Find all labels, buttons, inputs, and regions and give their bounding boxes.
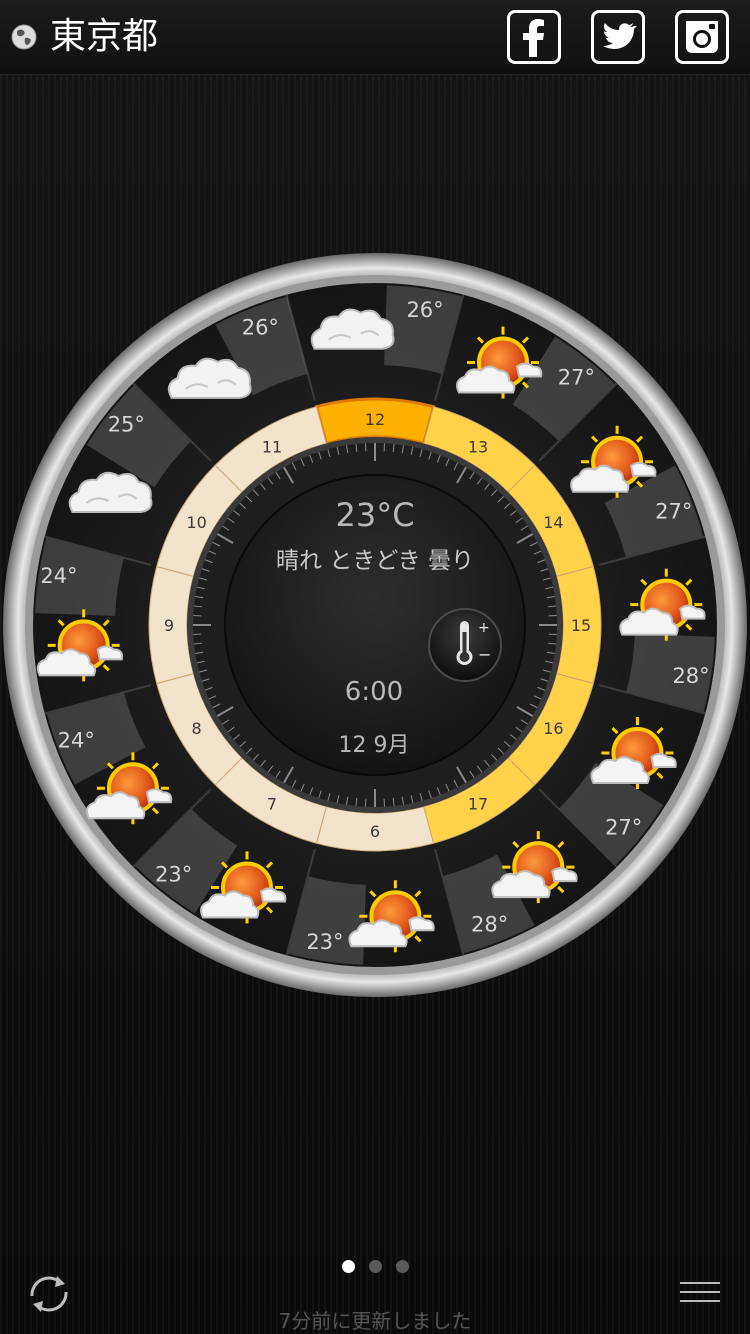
hour-label: 7 <box>267 794 277 813</box>
hour-label: 11 <box>262 438 282 457</box>
page-dot-3[interactable] <box>395 1260 409 1273</box>
hour-temperature: 26° <box>406 298 443 322</box>
hour-temperature: 25° <box>108 413 145 437</box>
hour-segment-9[interactable]: 24° <box>35 537 125 684</box>
hourly-forecast-dial: 26° 27° 27° 28° 27° 28° 23° 23° 24° 24° 25° 26° 12 1… <box>3 253 747 997</box>
instagram-icon <box>686 21 718 53</box>
hour-temperature: 28° <box>471 913 508 937</box>
last-updated-text: 7分前に更新しました <box>278 1309 472 1333</box>
selected-time: 6:00 <box>345 677 403 707</box>
globe-icon <box>11 24 37 50</box>
svg-text:−: − <box>478 645 491 664</box>
hour-label: 6 <box>370 822 380 841</box>
hour-temperature: 28° <box>672 664 709 688</box>
twitter-icon <box>603 23 637 49</box>
hour-temperature: 24° <box>40 564 77 588</box>
hour-temperature: 27° <box>605 815 642 839</box>
svg-text:+: + <box>478 620 490 636</box>
hour-label: 12 <box>365 410 385 429</box>
hour-label: 17 <box>468 794 488 813</box>
location-title[interactable]: 東京都 <box>50 12 158 62</box>
current-temperature: 23°C <box>335 496 414 534</box>
page-indicator <box>0 1258 750 1274</box>
hour-temperature: 24° <box>58 729 95 753</box>
hour-temperature: 27° <box>558 365 595 389</box>
hour-temperature: 27° <box>655 499 692 523</box>
hour-label: 9 <box>164 616 174 635</box>
selected-date: 12 9月 <box>339 733 410 758</box>
top-bar: 東京都 <box>0 0 750 75</box>
hour-label: 13 <box>468 438 488 457</box>
hour-label: 10 <box>186 513 206 532</box>
facebook-button[interactable] <box>507 10 561 64</box>
hour-temperature: 23° <box>306 930 343 954</box>
hour-temperature: 26° <box>242 315 279 339</box>
hour-label: 8 <box>192 719 202 738</box>
twitter-button[interactable] <box>591 10 645 64</box>
hour-label: 15 <box>571 616 591 635</box>
hour-temperature: 23° <box>155 863 192 887</box>
current-condition: 晴れ ときどき 曇り <box>276 548 474 574</box>
hour-label: 16 <box>543 719 563 738</box>
instagram-button[interactable] <box>675 10 729 64</box>
menu-icon[interactable] <box>680 1282 720 1308</box>
facebook-icon <box>523 19 544 57</box>
page-dot-2[interactable] <box>368 1260 382 1273</box>
page-dot-1[interactable] <box>341 1260 355 1273</box>
unit-toggle-button[interactable]: + − <box>428 608 502 682</box>
hour-label: 14 <box>543 513 563 532</box>
